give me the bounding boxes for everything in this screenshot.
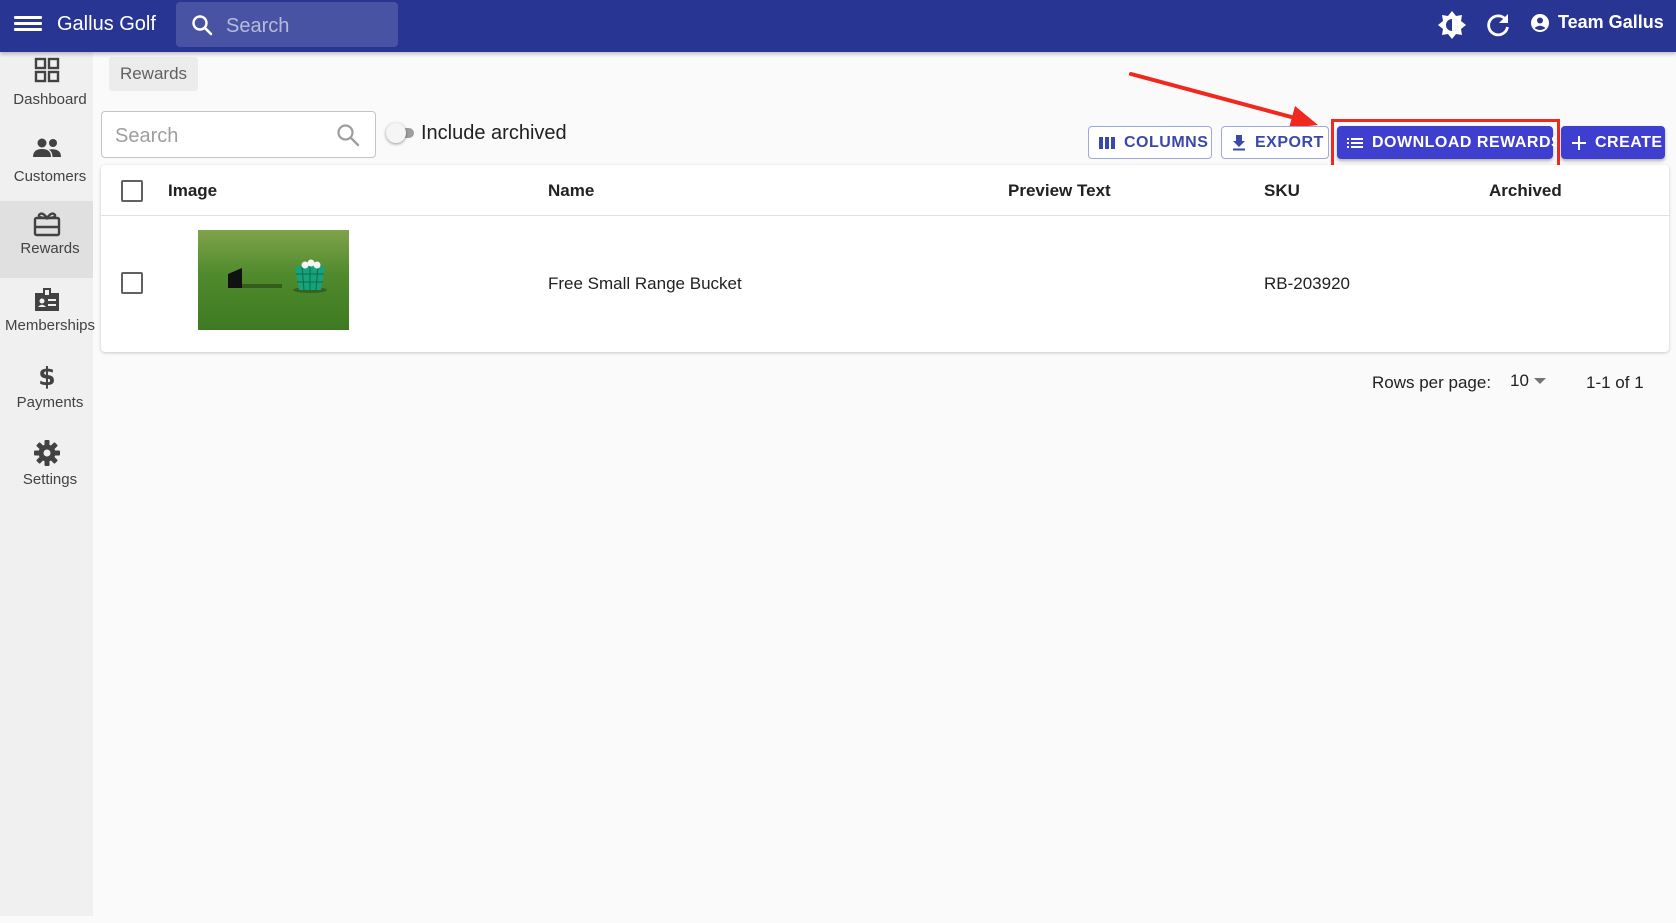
dashboard-icon <box>34 57 59 83</box>
sidebar-item-label: Rewards <box>20 240 80 257</box>
account-circle-icon <box>1531 13 1549 32</box>
user-menu[interactable]: Team Gallus <box>1530 12 1664 33</box>
dollar-icon: $ <box>38 362 55 390</box>
annotation-highlight <box>1331 119 1560 169</box>
download-icon <box>1233 134 1245 150</box>
breadcrumb[interactable]: Rewards <box>109 57 198 91</box>
sidebar-item-memberships[interactable]: Memberships <box>0 278 95 355</box>
switch-thumb <box>386 123 406 143</box>
rows-per-page-select[interactable]: 10 <box>1510 371 1547 391</box>
rewards-table: Image Name Preview Text SKU Archived Fre… <box>101 165 1669 352</box>
columns-label: COLUMNS <box>1124 133 1209 151</box>
sidebar-item-label: Memberships <box>4 317 96 334</box>
sidebar-item-payments[interactable]: $ Payments <box>0 355 93 432</box>
column-header-name[interactable]: Name <box>548 181 594 201</box>
reward-image <box>198 230 349 330</box>
rows-per-page-label: Rows per page: <box>1372 373 1492 392</box>
sidebar-item-label: Payments <box>16 394 84 411</box>
sidebar-item-rewards[interactable]: Rewards <box>0 201 93 278</box>
top-search-input[interactable]: Search <box>176 2 398 47</box>
app-title: Gallus Golf <box>57 13 156 35</box>
include-archived-switch[interactable] <box>386 120 416 146</box>
badge-icon <box>34 288 59 311</box>
sidebar-item-label: Customers <box>13 168 87 185</box>
reward-sku: RB-203920 <box>1264 274 1351 293</box>
people-icon <box>32 138 61 157</box>
sidebar-item-dashboard[interactable]: Dashboard <box>0 52 93 129</box>
columns-button[interactable]: COLUMNS <box>1088 126 1212 159</box>
brightness-icon[interactable] <box>1437 10 1467 40</box>
menu-icon[interactable] <box>14 13 42 37</box>
select-all-checkbox[interactable] <box>121 180 143 202</box>
pagination-range: 1-1 of 1 <box>1586 373 1644 392</box>
export-button[interactable]: EXPORT <box>1221 126 1329 159</box>
column-header-sku[interactable]: SKU <box>1264 181 1300 201</box>
sidebar-item-label: Settings <box>22 471 78 488</box>
create-button[interactable]: CREATE <box>1561 126 1665 159</box>
header-divider <box>101 215 1669 216</box>
gear-icon <box>33 440 60 466</box>
row-checkbox[interactable] <box>121 272 143 294</box>
sidebar-item-settings[interactable]: Settings <box>0 432 93 509</box>
refresh-icon[interactable] <box>1483 10 1513 40</box>
app-bar: Gallus Golf Search Team Gallus <box>0 0 1676 52</box>
search-input[interactable]: Search <box>101 111 376 158</box>
search-placeholder: Search <box>115 125 179 147</box>
column-header-preview-text[interactable]: Preview Text <box>1008 181 1111 201</box>
view-column-icon <box>1099 136 1115 149</box>
sidebar-item-customers[interactable]: Customers <box>0 129 93 206</box>
card-giftcard-icon <box>33 212 60 237</box>
reward-name: Free Small Range Bucket <box>548 274 742 293</box>
include-archived-label: Include archived <box>421 122 567 144</box>
user-name: Team Gallus <box>1558 12 1664 32</box>
annotation-arrow <box>1129 72 1318 128</box>
top-search-placeholder: Search <box>226 15 290 37</box>
create-label: CREATE <box>1595 133 1663 151</box>
svg-text:$: $ <box>38 362 55 390</box>
chevron-down-icon <box>1533 378 1546 384</box>
search-icon <box>192 15 213 36</box>
column-header-image[interactable]: Image <box>168 181 217 201</box>
sidebar: Dashboard Customers Rewards Memberships … <box>0 52 95 916</box>
export-label: EXPORT <box>1255 133 1324 151</box>
rows-per-page-value: 10 <box>1510 371 1529 390</box>
sidebar-item-label: Dashboard <box>13 91 87 108</box>
add-icon <box>1572 135 1586 150</box>
column-header-archived[interactable]: Archived <box>1489 181 1562 201</box>
search-icon <box>337 124 360 147</box>
